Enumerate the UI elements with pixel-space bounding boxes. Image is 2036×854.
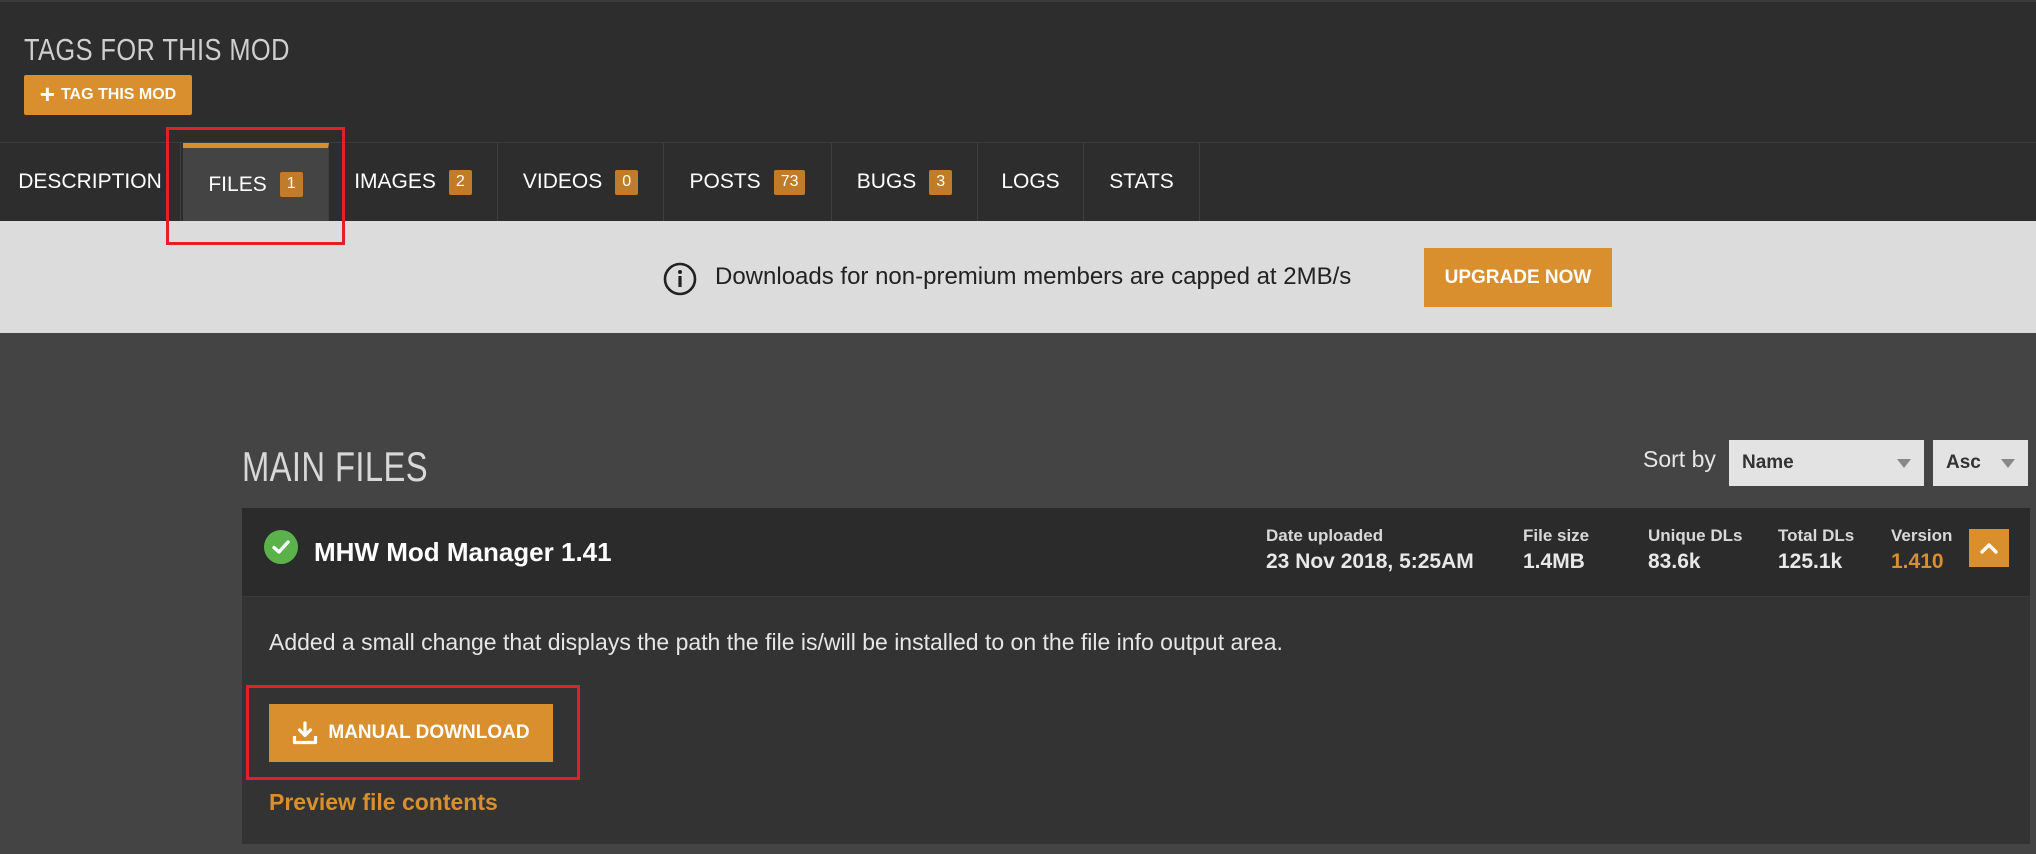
date-uploaded-value: 23 Nov 2018, 5:25AM <box>1266 550 1474 573</box>
info-icon <box>663 262 697 296</box>
chevron-down-icon <box>1897 458 1911 468</box>
sort-field-select[interactable]: Name <box>1729 440 1924 486</box>
tab-label: LOGS <box>1001 170 1060 193</box>
sort-order-select[interactable]: Asc <box>1933 440 2028 486</box>
tab-count-badge: 0 <box>615 169 639 195</box>
section-title: MAIN FILES <box>242 443 428 490</box>
tags-title: TAGS FOR THIS MOD <box>24 32 290 67</box>
tab-label: STATS <box>1109 170 1174 193</box>
sort-field-value: Name <box>1742 452 1794 473</box>
mod-header <box>0 0 2036 142</box>
unique-dls-value: 83.6k <box>1648 550 1701 573</box>
collapse-file-button[interactable] <box>1969 529 2009 567</box>
tab-videos[interactable]: VIDEOS 0 <box>498 143 664 221</box>
tab-stats[interactable]: STATS <box>1084 143 1200 221</box>
tag-this-mod-button[interactable]: + TAG THIS MOD <box>24 75 192 115</box>
tab-count-badge: 73 <box>773 169 806 195</box>
chevron-down-icon <box>2001 458 2015 468</box>
tab-images[interactable]: IMAGES 2 <box>329 143 498 221</box>
tab-description[interactable]: DESCRIPTION <box>0 143 181 221</box>
notice-text: Downloads for non-premium members are ca… <box>715 263 1352 290</box>
version-value: 1.410 <box>1891 550 1944 573</box>
upgrade-now-button[interactable]: UPGRADE NOW <box>1424 248 1612 307</box>
tab-count-badge: 3 <box>929 169 953 195</box>
tab-label: IMAGES <box>354 170 436 193</box>
plus-icon: + <box>39 78 55 109</box>
files-tab-highlight <box>166 127 345 245</box>
tab-posts[interactable]: POSTS 73 <box>664 143 832 221</box>
tab-logs[interactable]: LOGS <box>978 143 1084 221</box>
tab-label: DESCRIPTION <box>18 170 162 193</box>
file-name: MHW Mod Manager 1.41 <box>314 537 612 567</box>
file-description: Added a small change that displays the p… <box>269 629 1283 655</box>
tab-label: POSTS <box>689 170 761 193</box>
total-dls-value: 125.1k <box>1778 550 1843 573</box>
preview-file-contents-link[interactable]: Preview file contents <box>269 789 498 816</box>
tab-count-badge: 2 <box>448 169 472 195</box>
unique-dls-label: Unique DLs <box>1648 526 1743 545</box>
tab-label: VIDEOS <box>522 170 603 193</box>
sort-label: Sort by <box>1643 446 1716 472</box>
tab-label: BUGS <box>856 170 917 193</box>
chevron-up-icon <box>1980 543 1998 554</box>
tag-button-label: TAG THIS MOD <box>60 86 177 103</box>
check-icon <box>264 530 298 564</box>
file-size-value: 1.4MB <box>1523 550 1585 573</box>
date-uploaded-label: Date uploaded <box>1266 526 1384 545</box>
sort-order-value: Asc <box>1946 452 1981 473</box>
tab-bugs[interactable]: BUGS 3 <box>832 143 978 221</box>
file-size-label: File size <box>1523 526 1590 545</box>
total-dls-label: Total DLs <box>1778 526 1855 545</box>
version-label: Version <box>1891 526 1953 545</box>
download-button-highlight <box>246 685 580 780</box>
